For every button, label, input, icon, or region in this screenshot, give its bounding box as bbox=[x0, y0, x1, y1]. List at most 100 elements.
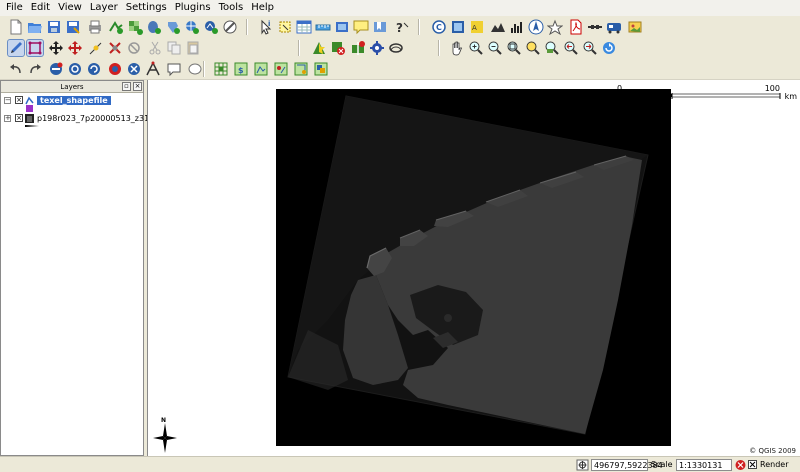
bookmarks-icon[interactable] bbox=[372, 19, 388, 35]
zoom-in-icon[interactable] bbox=[468, 40, 484, 56]
layers-panel-title-bar: Layers ▫ × bbox=[1, 81, 143, 93]
attribute-table-icon[interactable] bbox=[296, 19, 312, 35]
zoom-out-icon[interactable] bbox=[487, 40, 503, 56]
menu-layer[interactable]: Layer bbox=[86, 0, 122, 16]
form-annotation-icon[interactable] bbox=[187, 61, 203, 77]
menu-settings[interactable]: Settings bbox=[122, 0, 171, 16]
layer-item-texel-shapefile[interactable]: − × texel_shapefile bbox=[4, 94, 111, 106]
cut-features-icon[interactable] bbox=[147, 40, 163, 56]
add-vertex-icon[interactable] bbox=[88, 40, 104, 56]
add-raster-layer-icon[interactable] bbox=[127, 19, 143, 35]
reshape-features-icon[interactable] bbox=[48, 61, 64, 77]
layer-name: p198r023_7p20000513_z31... bbox=[37, 113, 157, 123]
save-project-icon[interactable] bbox=[46, 19, 62, 35]
svg-text:?: ? bbox=[396, 21, 403, 35]
scale-input[interactable]: 1:1330131 bbox=[676, 459, 732, 471]
select-features-icon[interactable] bbox=[277, 19, 293, 35]
close-panel-icon[interactable]: × bbox=[133, 82, 142, 91]
paste-features-icon[interactable] bbox=[185, 40, 201, 56]
expand-icon[interactable]: + bbox=[4, 114, 11, 122]
simplify-feature-icon[interactable] bbox=[388, 40, 404, 56]
menu-view[interactable]: View bbox=[54, 0, 86, 16]
delete-selected-icon[interactable] bbox=[126, 40, 142, 56]
add-wfs-layer-icon[interactable] bbox=[203, 19, 219, 35]
float-panel-icon[interactable]: ▫ bbox=[122, 82, 131, 91]
menu-file[interactable]: File bbox=[2, 0, 27, 16]
scale-bar-icon[interactable] bbox=[546, 19, 564, 36]
layer-visibility-checkbox[interactable]: × bbox=[15, 114, 23, 122]
redo-icon[interactable] bbox=[27, 61, 43, 77]
print-icon[interactable] bbox=[87, 19, 103, 35]
add-vector-layer-icon[interactable] bbox=[108, 19, 124, 35]
analysis-tools-icon[interactable] bbox=[293, 61, 309, 77]
annotation-icon[interactable] bbox=[166, 61, 182, 77]
measure-line-icon[interactable] bbox=[315, 19, 331, 35]
identify-icon[interactable]: i bbox=[258, 19, 274, 35]
pan-hand-icon[interactable] bbox=[449, 40, 465, 56]
add-postgis-layer-icon[interactable] bbox=[146, 19, 162, 35]
save-as-icon[interactable] bbox=[65, 19, 81, 35]
capture-polygon-icon[interactable] bbox=[26, 39, 44, 57]
map-tips-icon[interactable] bbox=[353, 19, 369, 35]
raster-tools-icon[interactable] bbox=[253, 61, 269, 77]
grid-plugin-icon[interactable] bbox=[213, 61, 229, 77]
coordinate-toggle-icon[interactable] bbox=[576, 459, 589, 471]
toolbar-file: i ? C A bbox=[0, 16, 800, 38]
menu-help[interactable]: Help bbox=[247, 0, 278, 16]
north-arrow-icon[interactable] bbox=[528, 19, 544, 35]
terrain-icon[interactable] bbox=[490, 19, 506, 35]
raster-legend-ramp bbox=[25, 125, 39, 127]
offset-curve-icon[interactable] bbox=[67, 61, 83, 77]
new-project-icon[interactable] bbox=[8, 19, 24, 35]
node-tool-icon[interactable] bbox=[145, 61, 161, 77]
copy-features-icon[interactable] bbox=[166, 40, 182, 56]
menu-plugins[interactable]: Plugins bbox=[171, 0, 215, 16]
zoom-last-icon[interactable] bbox=[563, 40, 579, 56]
graduated-bars-icon[interactable] bbox=[509, 19, 525, 35]
settings-gear-icon[interactable] bbox=[369, 40, 385, 56]
menu-edit[interactable]: Edit bbox=[27, 0, 54, 16]
zoom-full-icon[interactable] bbox=[506, 40, 522, 56]
stop-render-icon[interactable] bbox=[735, 459, 746, 471]
undo-icon[interactable] bbox=[8, 61, 24, 77]
gps-tools-icon[interactable] bbox=[606, 19, 622, 35]
add-wms-layer-icon[interactable] bbox=[184, 19, 200, 35]
open-project-icon[interactable] bbox=[27, 19, 43, 35]
add-spatialite-layer-icon[interactable] bbox=[165, 19, 181, 35]
toolbar-digitizing bbox=[0, 37, 800, 59]
delete-ring-icon[interactable] bbox=[330, 40, 346, 56]
pdf-export-icon[interactable] bbox=[568, 19, 584, 35]
collapse-icon[interactable]: − bbox=[4, 96, 11, 104]
move-vertex-icon[interactable] bbox=[67, 40, 83, 56]
vector-tools-icon[interactable] bbox=[273, 61, 289, 77]
layer-visibility-checkbox[interactable]: × bbox=[15, 96, 23, 104]
svg-text:C: C bbox=[436, 23, 442, 32]
vector-layer-icon bbox=[25, 96, 34, 104]
layer-item-raster[interactable]: + × p198r023_7p20000513_z31... bbox=[4, 112, 157, 124]
add-ring-icon[interactable] bbox=[311, 40, 327, 56]
ftools-plugin-icon[interactable]: $ bbox=[233, 61, 249, 77]
map-canvas[interactable]: N 0 100 km © QGIS 2009 bbox=[147, 80, 800, 456]
image-export-icon[interactable] bbox=[627, 19, 643, 35]
measure-area-icon[interactable] bbox=[334, 19, 350, 35]
zoom-to-selection-icon[interactable] bbox=[525, 40, 541, 56]
split-features-icon[interactable] bbox=[350, 40, 366, 56]
dxf-export-icon[interactable] bbox=[587, 19, 603, 35]
copyright-label-icon[interactable]: C bbox=[431, 19, 447, 35]
refresh-icon[interactable] bbox=[601, 40, 617, 56]
move-feature-icon[interactable] bbox=[48, 40, 64, 56]
merge-features-icon[interactable] bbox=[126, 61, 142, 77]
menu-tools[interactable]: Tools bbox=[215, 0, 248, 16]
render-checkbox[interactable] bbox=[748, 460, 758, 472]
zoom-next-icon[interactable] bbox=[582, 40, 598, 56]
help-whats-this-icon[interactable]: ? bbox=[394, 19, 410, 35]
rotate-feature-icon[interactable] bbox=[86, 61, 102, 77]
zoom-to-layer-icon[interactable] bbox=[544, 40, 560, 56]
georeferencer-icon[interactable] bbox=[450, 19, 466, 35]
fill-ring-icon[interactable] bbox=[107, 61, 123, 77]
geoprocessing-tools-icon[interactable] bbox=[313, 61, 329, 77]
plugin-gps-icon[interactable]: A bbox=[469, 19, 485, 35]
delete-vertex-icon[interactable] bbox=[107, 40, 123, 56]
remove-layer-icon[interactable] bbox=[222, 19, 238, 35]
toggle-editing-icon[interactable] bbox=[7, 39, 25, 57]
